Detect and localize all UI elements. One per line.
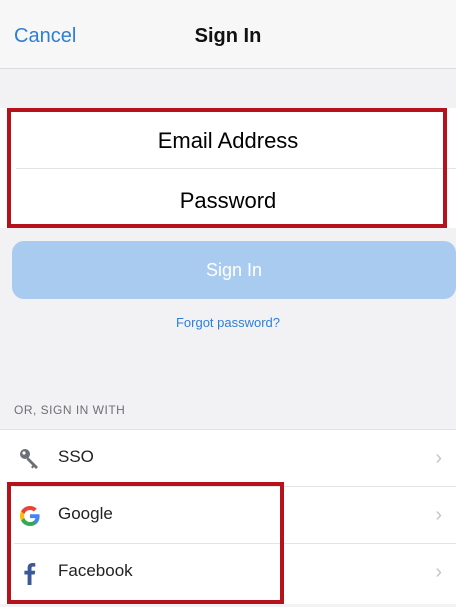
alternative-signin-list: SSO › Google › Facebook › xyxy=(0,429,456,604)
sso-option[interactable]: SSO › xyxy=(0,430,456,487)
field-divider xyxy=(16,168,456,169)
key-icon xyxy=(18,447,42,471)
page-title: Sign In xyxy=(194,25,262,47)
password-field[interactable]: Password xyxy=(0,185,456,217)
facebook-icon xyxy=(18,561,42,585)
password-field-label: Password xyxy=(165,185,291,217)
chevron-right-icon: › xyxy=(435,447,442,469)
alternative-signin-heading: OR, SIGN IN WITH xyxy=(14,403,126,417)
google-option-label: Google xyxy=(58,504,113,523)
chevron-right-icon: › xyxy=(435,561,442,583)
sign-in-button[interactable]: Sign In xyxy=(12,241,456,299)
email-field-label: Email Address xyxy=(143,125,313,157)
email-field[interactable]: Email Address xyxy=(0,125,456,157)
facebook-option-label: Facebook xyxy=(58,561,133,580)
navigation-bar: Cancel Sign In xyxy=(0,0,456,69)
google-option[interactable]: Google › xyxy=(0,487,456,544)
facebook-option[interactable]: Facebook › xyxy=(0,544,456,601)
chevron-right-icon: › xyxy=(435,504,442,526)
forgot-password-link[interactable]: Forgot password? xyxy=(0,315,456,330)
google-icon xyxy=(18,504,42,528)
sso-option-label: SSO xyxy=(58,447,94,466)
